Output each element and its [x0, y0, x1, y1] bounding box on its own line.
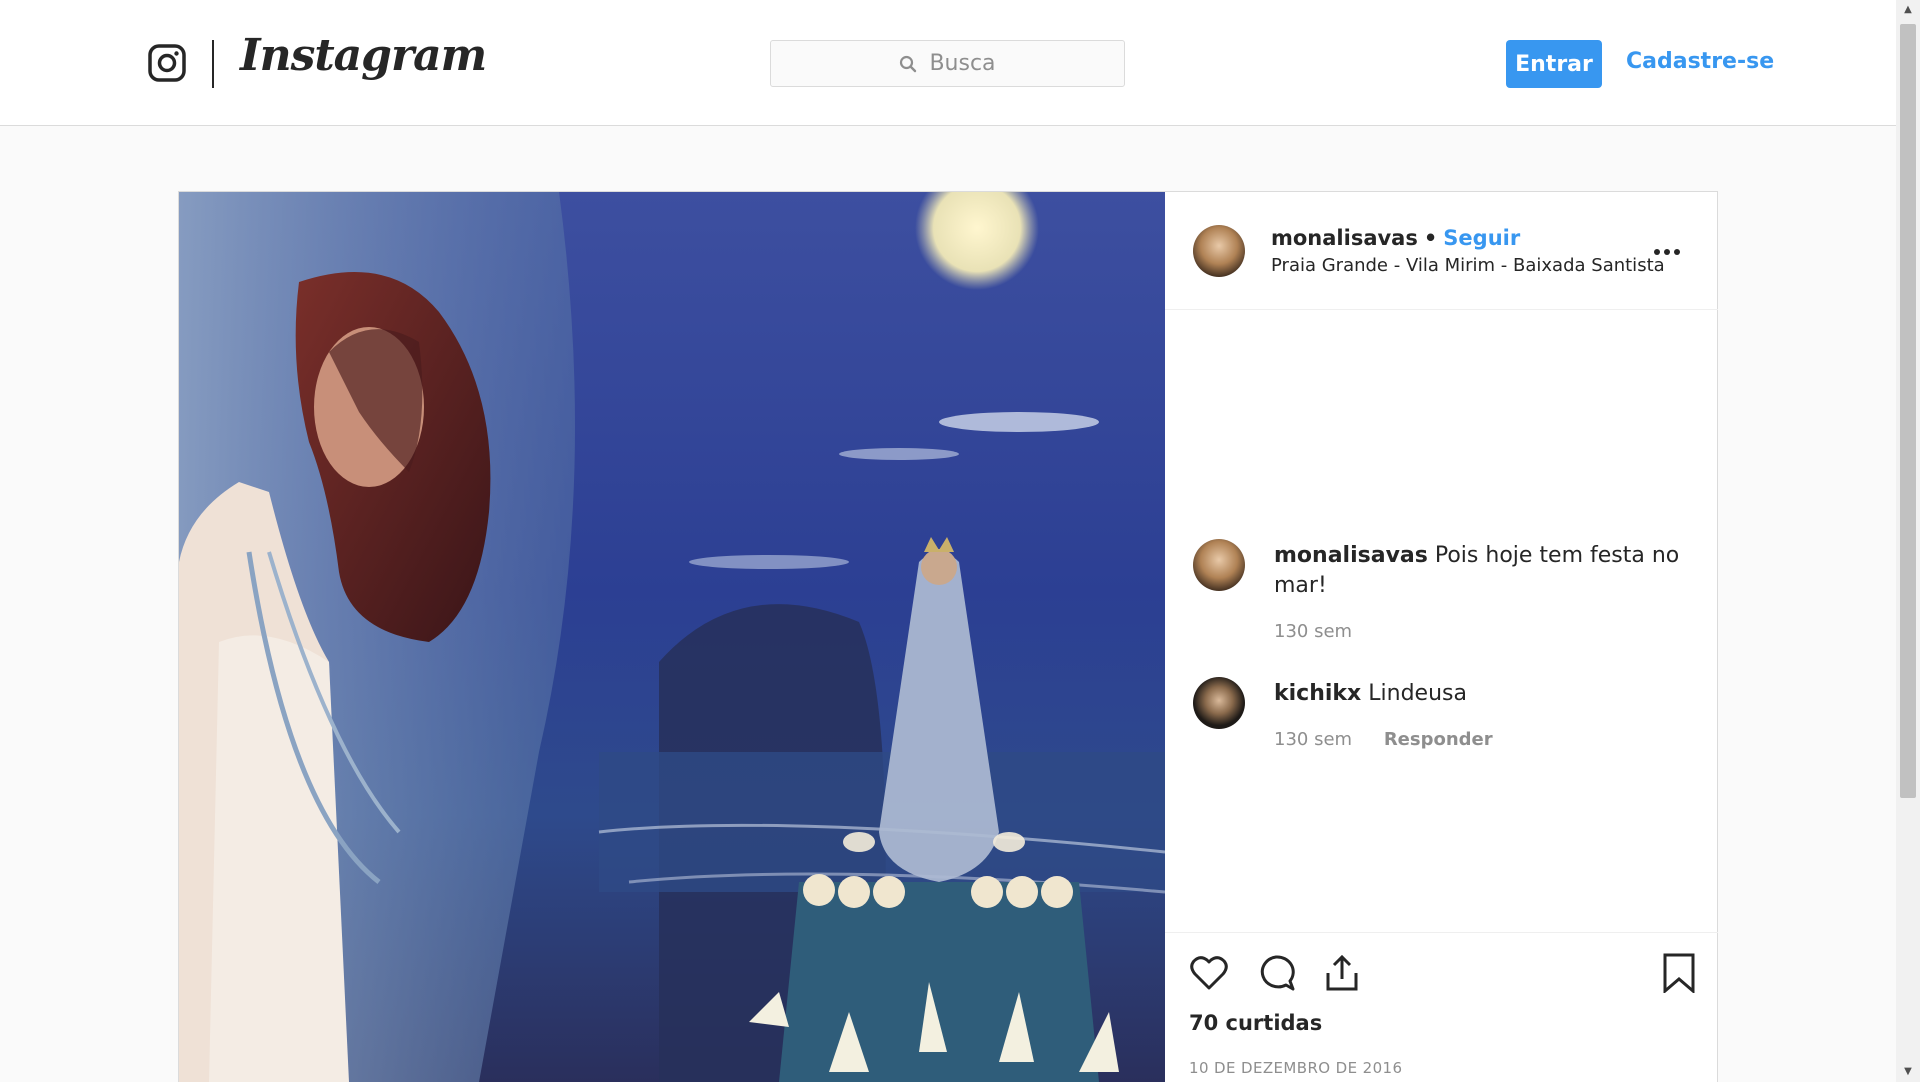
comment-username[interactable]: kichikx	[1274, 681, 1361, 706]
more-options-icon[interactable]	[1653, 248, 1681, 256]
comment-bubble-icon[interactable]	[1256, 953, 1296, 993]
scroll-up-arrow-icon[interactable]: ▲	[1896, 0, 1920, 20]
likes-count[interactable]: 70 curtidas	[1189, 1011, 1322, 1035]
top-navigation-bar: Instagram Busca Entrar Cadastre-se	[0, 0, 1896, 126]
avatar[interactable]	[1193, 677, 1245, 729]
post-sidebar: monalisavas • Seguir Praia Grande - Vila…	[1165, 192, 1718, 1082]
comment-body: Lindeusa	[1368, 681, 1467, 706]
follow-button[interactable]: Seguir	[1443, 226, 1520, 250]
avatar[interactable]	[1193, 225, 1245, 277]
comment-meta: 130 sem	[1274, 621, 1352, 642]
author-username[interactable]: monalisavas	[1271, 226, 1418, 250]
comment-time[interactable]: 130 sem	[1274, 729, 1352, 750]
page-scrollbar[interactable]: ▲ ▼	[1896, 0, 1920, 1082]
post-actions: 70 curtidas 10 DE DEZEMBRO DE 2016	[1165, 932, 1718, 1082]
post-date[interactable]: 10 DE DEZEMBRO DE 2016	[1189, 1059, 1402, 1077]
instagram-glyph-icon[interactable]	[147, 43, 187, 83]
heart-icon[interactable]	[1189, 953, 1229, 993]
separator-dot: •	[1423, 226, 1438, 250]
post-photo-illustration	[179, 192, 1165, 1082]
login-button[interactable]: Entrar	[1506, 40, 1602, 88]
post-photo[interactable]	[179, 192, 1165, 1082]
share-icon[interactable]	[1322, 953, 1362, 993]
scrollbar-thumb[interactable]	[1900, 24, 1916, 798]
comment-meta: 130 sem Responder	[1274, 729, 1493, 750]
scroll-down-arrow-icon[interactable]: ▼	[1896, 1062, 1920, 1082]
post-author: monalisavas • Seguir	[1271, 226, 1520, 250]
post-card: monalisavas • Seguir Praia Grande - Vila…	[178, 191, 1718, 1082]
bookmark-icon[interactable]	[1659, 953, 1699, 993]
reply-button[interactable]: Responder	[1384, 729, 1493, 750]
comment-time[interactable]: 130 sem	[1274, 621, 1352, 642]
comment-text: kichikx Lindeusa	[1274, 679, 1694, 709]
post-location[interactable]: Praia Grande - Vila Mirim - Baixada Sant…	[1271, 255, 1665, 276]
post-header: monalisavas • Seguir Praia Grande - Vila…	[1165, 192, 1718, 310]
search-placeholder: Busca	[929, 51, 996, 76]
logo-divider	[212, 40, 214, 88]
signup-link[interactable]: Cadastre-se	[1626, 49, 1774, 74]
instagram-wordmark[interactable]: Instagram	[240, 30, 487, 81]
comment-text: monalisavas Pois hoje tem festa no mar!	[1274, 541, 1694, 601]
search-icon	[900, 55, 917, 72]
comment-username[interactable]: monalisavas	[1274, 543, 1428, 568]
search-input[interactable]: Busca	[770, 40, 1125, 87]
avatar[interactable]	[1193, 539, 1245, 591]
